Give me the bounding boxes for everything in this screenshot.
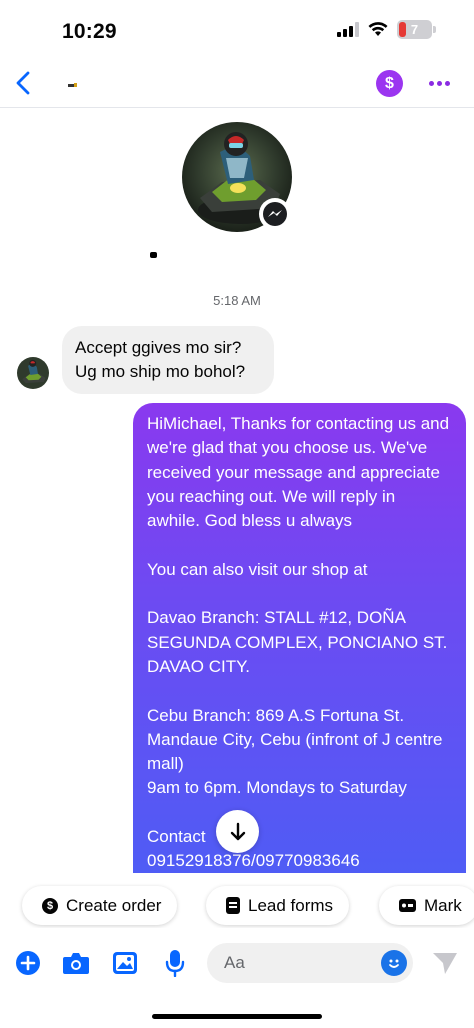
form-icon	[226, 897, 240, 914]
gallery-button[interactable]	[111, 949, 139, 977]
message-input[interactable]: Aa	[207, 943, 413, 983]
battery-level: 7	[410, 22, 419, 37]
status-bar: 10:29 7	[0, 0, 474, 58]
arrow-down-icon	[230, 822, 245, 840]
outgoing-message-text: HiMichael, Thanks for contacting us and …	[147, 414, 450, 871]
home-indicator	[152, 1014, 322, 1019]
status-time: 10:29	[62, 20, 117, 43]
message-composer: Aa	[0, 940, 474, 986]
voice-button[interactable]	[161, 949, 189, 977]
battery-tip	[433, 26, 436, 33]
add-button[interactable]	[14, 949, 42, 977]
sender-avatar[interactable]	[17, 357, 49, 389]
label-icon	[399, 899, 416, 912]
more-options-button[interactable]	[425, 70, 453, 97]
dot-icon	[444, 81, 450, 86]
incoming-message-text: Accept ggives mo sir? Ug mo ship mo boho…	[75, 338, 246, 381]
messenger-icon	[263, 202, 287, 226]
camera-button[interactable]	[62, 949, 90, 977]
chevron-left-icon	[16, 71, 30, 95]
chat-header: $	[0, 58, 474, 108]
image-icon	[113, 952, 137, 974]
battery-icon: 7	[397, 20, 432, 39]
scroll-to-bottom-button[interactable]	[216, 810, 259, 853]
lead-forms-label: Lead forms	[248, 895, 334, 915]
send-button[interactable]	[431, 949, 459, 977]
send-icon	[433, 953, 457, 974]
payments-button[interactable]: $	[376, 70, 403, 97]
wifi-icon	[368, 22, 388, 36]
message-timestamp: 5:18 AM	[213, 293, 261, 308]
dollar-circle-icon: $	[42, 897, 58, 914]
create-order-label: Create order	[66, 895, 162, 915]
contact-name-mark[interactable]	[66, 80, 80, 90]
quick-actions-bar: $ Create order Lead forms Mark	[0, 882, 474, 928]
status-icons: 7	[337, 20, 436, 39]
camera-icon	[63, 953, 89, 974]
mark-chip[interactable]: Mark	[379, 886, 474, 925]
dollar-icon: $	[385, 74, 394, 92]
profile-name	[150, 252, 157, 258]
incoming-message[interactable]: Accept ggives mo sir? Ug mo ship mo boho…	[62, 326, 274, 394]
mark-label: Mark	[424, 895, 462, 915]
emoji-button[interactable]	[381, 950, 407, 976]
plus-circle-icon	[16, 951, 40, 975]
dot-icon	[436, 81, 442, 86]
signal-icon	[337, 22, 359, 37]
create-order-chip[interactable]: $ Create order	[22, 886, 178, 925]
dot-icon	[428, 81, 434, 86]
lead-forms-chip[interactable]: Lead forms	[206, 886, 350, 925]
smiley-icon	[389, 959, 399, 968]
microphone-icon	[165, 950, 185, 977]
messenger-badge	[259, 198, 291, 230]
message-input-placeholder: Aa	[224, 953, 245, 972]
outgoing-message[interactable]: HiMichael, Thanks for contacting us and …	[133, 403, 466, 873]
back-button[interactable]	[10, 68, 36, 98]
motorcycle-rider-photo	[17, 357, 49, 389]
